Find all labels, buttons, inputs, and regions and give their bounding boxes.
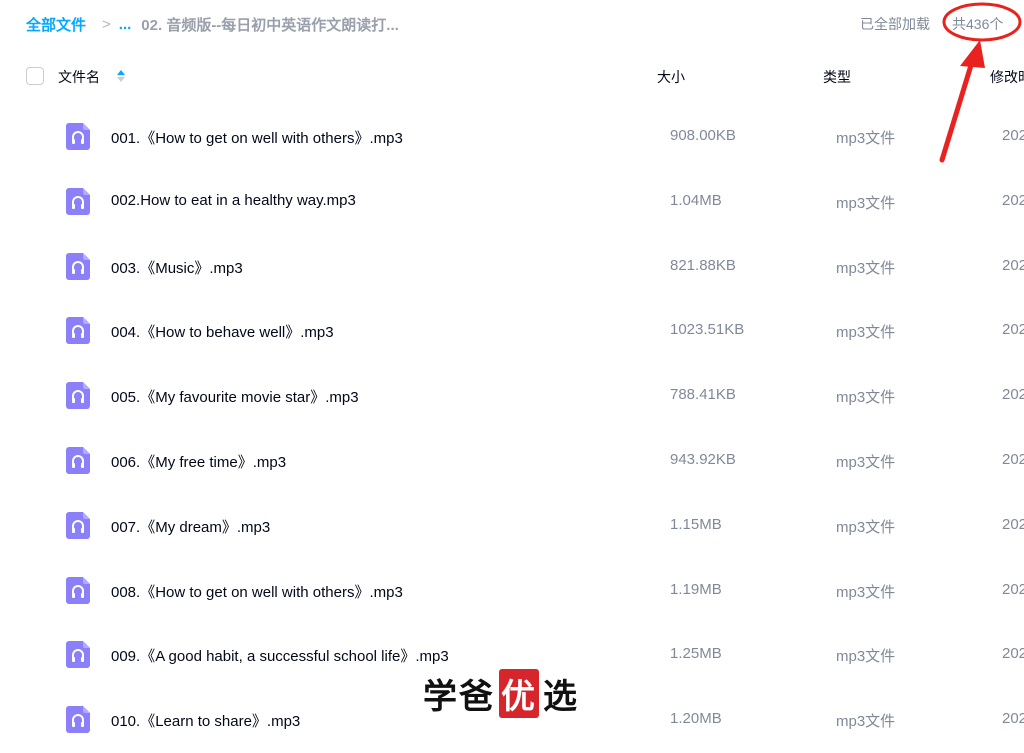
audio-file-icon bbox=[66, 511, 90, 539]
file-list: 001.《How to get on well with others》.mp3… bbox=[0, 103, 1024, 751]
file-name[interactable]: 005.《My favourite movie star》.mp3 bbox=[111, 386, 359, 407]
column-header-size[interactable]: 大小 bbox=[657, 67, 685, 87]
file-modified: 202 bbox=[1002, 515, 1024, 533]
file-size: 1.19MB bbox=[670, 580, 722, 598]
audio-file-icon bbox=[66, 706, 90, 734]
file-size: 1.20MB bbox=[670, 710, 722, 728]
chevron-right-icon: > bbox=[102, 15, 111, 33]
file-size: 1023.51KB bbox=[670, 321, 745, 339]
breadcrumb: 全部文件 > ... 02. 音频版--每日初中英语作文朗读打... bbox=[26, 12, 431, 36]
file-size: 788.41KB bbox=[670, 386, 736, 404]
file-name[interactable]: 007.《My dream》.mp3 bbox=[111, 516, 270, 537]
select-all-checkbox[interactable] bbox=[26, 67, 44, 85]
file-size: 1.04MB bbox=[670, 191, 722, 209]
watermark-text-part1: 学爸 bbox=[423, 676, 495, 717]
audio-file-icon bbox=[66, 252, 90, 280]
file-modified: 202 bbox=[1002, 191, 1024, 209]
file-name[interactable]: 008.《How to get on well with others》.mp3 bbox=[111, 581, 403, 602]
file-modified: 202 bbox=[1002, 450, 1024, 468]
audio-file-icon bbox=[66, 123, 90, 150]
file-modified: 202 bbox=[1002, 645, 1024, 663]
total-count-text: 共436个 bbox=[952, 16, 1004, 32]
file-row[interactable]: 002.How to eat in a healthy way.mp3 1.04… bbox=[0, 168, 1024, 233]
file-row[interactable]: 001.《How to get on well with others》.mp3… bbox=[0, 103, 1024, 168]
file-type: mp3文件 bbox=[836, 713, 896, 731]
breadcrumb-root-link[interactable]: 全部文件 bbox=[26, 14, 86, 35]
breadcrumb-current-folder: 02. 音频版--每日初中英语作文朗读打... bbox=[141, 16, 399, 34]
file-size: 1.25MB bbox=[670, 645, 722, 663]
file-type: mp3文件 bbox=[836, 453, 896, 471]
file-modified: 202 bbox=[1002, 580, 1024, 598]
file-size: 821.88KB bbox=[670, 256, 736, 274]
file-name[interactable]: 010.《Learn to share》.mp3 bbox=[111, 710, 300, 731]
watermark-logo: 学爸 优 选 bbox=[423, 668, 579, 718]
file-type: mp3文件 bbox=[836, 324, 896, 342]
file-row[interactable]: 007.《My dream》.mp3 1.15MB mp3文件 202 bbox=[0, 492, 1024, 557]
file-name[interactable]: 006.《My free time》.mp3 bbox=[111, 451, 286, 472]
audio-file-icon bbox=[66, 187, 90, 215]
file-modified: 202 bbox=[1002, 710, 1024, 728]
audio-file-icon bbox=[66, 317, 90, 345]
watermark-stamp: 优 bbox=[499, 668, 539, 718]
file-type: mp3文件 bbox=[836, 583, 896, 601]
file-row[interactable]: 005.《My favourite movie star》.mp3 788.41… bbox=[0, 362, 1024, 427]
file-name[interactable]: 003.《Music》.mp3 bbox=[111, 257, 243, 278]
file-type: mp3文件 bbox=[836, 194, 896, 212]
file-name[interactable]: 009.《A good habit, a successful school l… bbox=[111, 645, 449, 666]
load-status-text: 已全部加载 bbox=[860, 16, 930, 32]
file-size: 1.15MB bbox=[670, 515, 722, 533]
audio-file-icon bbox=[66, 382, 90, 410]
breadcrumb-ellipsis-link[interactable]: ... bbox=[119, 16, 132, 33]
audio-file-icon bbox=[66, 641, 90, 669]
file-manager-window: 全部文件 > ... 02. 音频版--每日初中英语作文朗读打... 已全部加载… bbox=[0, 0, 1024, 753]
file-size: 943.92KB bbox=[670, 450, 736, 468]
column-header-name[interactable]: 文件名 bbox=[58, 67, 100, 87]
file-modified: 202 bbox=[1002, 321, 1024, 339]
file-size: 908.00KB bbox=[670, 127, 736, 144]
audio-file-icon bbox=[66, 446, 90, 474]
audio-file-icon bbox=[66, 576, 90, 604]
file-name[interactable]: 002.How to eat in a healthy way.mp3 bbox=[111, 192, 356, 209]
sort-icon[interactable] bbox=[116, 68, 126, 84]
file-name[interactable]: 001.《How to get on well with others》.mp3 bbox=[111, 127, 403, 148]
file-modified: 202 bbox=[1002, 256, 1024, 274]
file-type: mp3文件 bbox=[836, 518, 896, 536]
file-type: mp3文件 bbox=[836, 259, 896, 277]
file-row[interactable]: 003.《Music》.mp3 821.88KB mp3文件 202 bbox=[0, 233, 1024, 298]
column-header-modified[interactable]: 修改时 bbox=[990, 67, 1024, 87]
column-header-type[interactable]: 类型 bbox=[823, 67, 851, 87]
file-type: mp3文件 bbox=[836, 130, 896, 147]
file-modified: 202 bbox=[1002, 386, 1024, 404]
file-type: mp3文件 bbox=[836, 648, 896, 666]
file-modified: 202 bbox=[1002, 127, 1024, 144]
file-name[interactable]: 004.《How to behave well》.mp3 bbox=[111, 321, 334, 342]
watermark-text-part2: 选 bbox=[543, 676, 579, 717]
file-row[interactable]: 006.《My free time》.mp3 943.92KB mp3文件 20… bbox=[0, 427, 1024, 492]
table-header: 文件名 大小 类型 修改时 bbox=[0, 56, 1024, 96]
file-row[interactable]: 008.《How to get on well with others》.mp3… bbox=[0, 557, 1024, 622]
file-type: mp3文件 bbox=[836, 389, 896, 407]
file-row[interactable]: 004.《How to behave well》.mp3 1023.51KB m… bbox=[0, 297, 1024, 362]
